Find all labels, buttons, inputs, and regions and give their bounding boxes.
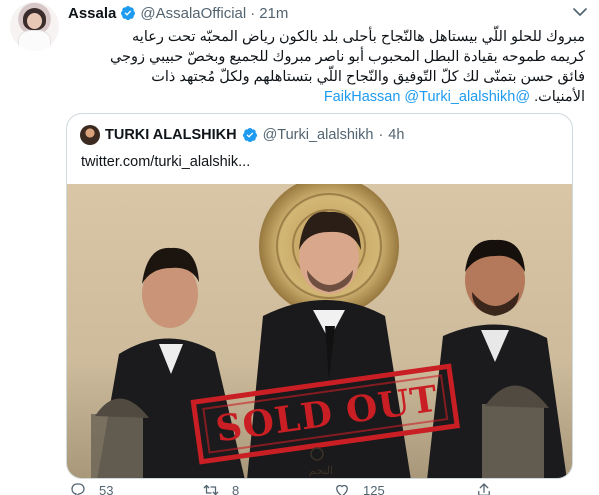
tweet-text-line-4: الأمنيات. @FaikHassan @Turki_alalshikh xyxy=(61,87,585,107)
quoted-link[interactable]: twitter.com/turki_alalshik... xyxy=(81,154,250,170)
quoted-media-poster[interactable]: SOLD OUT النجم xyxy=(67,184,572,478)
mention-turki-alalshikh[interactable]: @Turki_alalshikh xyxy=(404,89,515,105)
quoted-author-name[interactable]: TURKI ALALSHIKH xyxy=(105,127,237,143)
reply-icon[interactable] xyxy=(69,481,87,495)
like-action[interactable]: 125 xyxy=(333,481,385,495)
tweet-text-line-3: فائق حسن بتمنّى لك كلّ التّوفيق والنّجاح… xyxy=(151,69,585,85)
share-action[interactable] xyxy=(475,481,493,495)
right-lamassu-statue xyxy=(482,385,549,478)
header-separator: · xyxy=(250,4,256,22)
tweet-text-line-2: كريمه طموحه بقيادة البطل المحبوب أبو ناص… xyxy=(109,49,585,65)
quoted-tweet-header: TURKI ALALSHIKH @Turki_alalshikh · 4h xyxy=(80,125,404,145)
tweet[interactable]: Assala @AssalaOfficial · 21m مبروك للحلو… xyxy=(0,0,599,495)
like-count: 125 xyxy=(363,482,385,495)
author-name[interactable]: Assala xyxy=(68,5,116,22)
poster-small-text: النجم xyxy=(308,465,334,477)
tweet-text-line-1: مبروك للحلو اللّي بيستاهل هالنّجاح بأحلى… xyxy=(132,29,585,45)
quoted-separator: · xyxy=(378,127,384,143)
avatar-face xyxy=(27,13,42,29)
reply-count: 53 xyxy=(99,482,114,495)
tweet-actions: 53 8 125 xyxy=(61,481,521,495)
quoted-author-handle[interactable]: @Turki_alalshikh xyxy=(263,127,374,143)
quoted-avatar[interactable] xyxy=(80,125,100,145)
more-caret-icon[interactable] xyxy=(571,6,589,18)
reply-action[interactable]: 53 xyxy=(69,481,113,495)
avatar[interactable] xyxy=(10,2,59,51)
share-icon[interactable] xyxy=(475,481,493,495)
tweet-header: Assala @AssalaOfficial · 21m xyxy=(68,3,288,23)
author-handle[interactable]: @AssalaOfficial xyxy=(140,5,246,22)
tweet-text-line-4-text: الأمنيات. xyxy=(534,89,585,105)
tweet-time[interactable]: 21m xyxy=(259,5,288,22)
verified-badge-icon xyxy=(121,6,136,21)
left-lamassu-statue xyxy=(91,398,149,478)
quoted-tweet[interactable]: TURKI ALALSHIKH @Turki_alalshikh · 4h tw… xyxy=(66,113,573,479)
avatar-dress xyxy=(18,30,51,51)
like-icon[interactable] xyxy=(333,481,351,495)
tweet-text: مبروك للحلو اللّي بيستاهل هالنّجاح بأحلى… xyxy=(61,27,585,107)
retweet-count: 8 xyxy=(232,482,240,495)
quoted-verified-badge-icon xyxy=(242,128,257,143)
quoted-time[interactable]: 4h xyxy=(388,127,404,143)
retweet-icon[interactable] xyxy=(202,481,220,495)
retweet-action[interactable]: 8 xyxy=(202,481,239,495)
